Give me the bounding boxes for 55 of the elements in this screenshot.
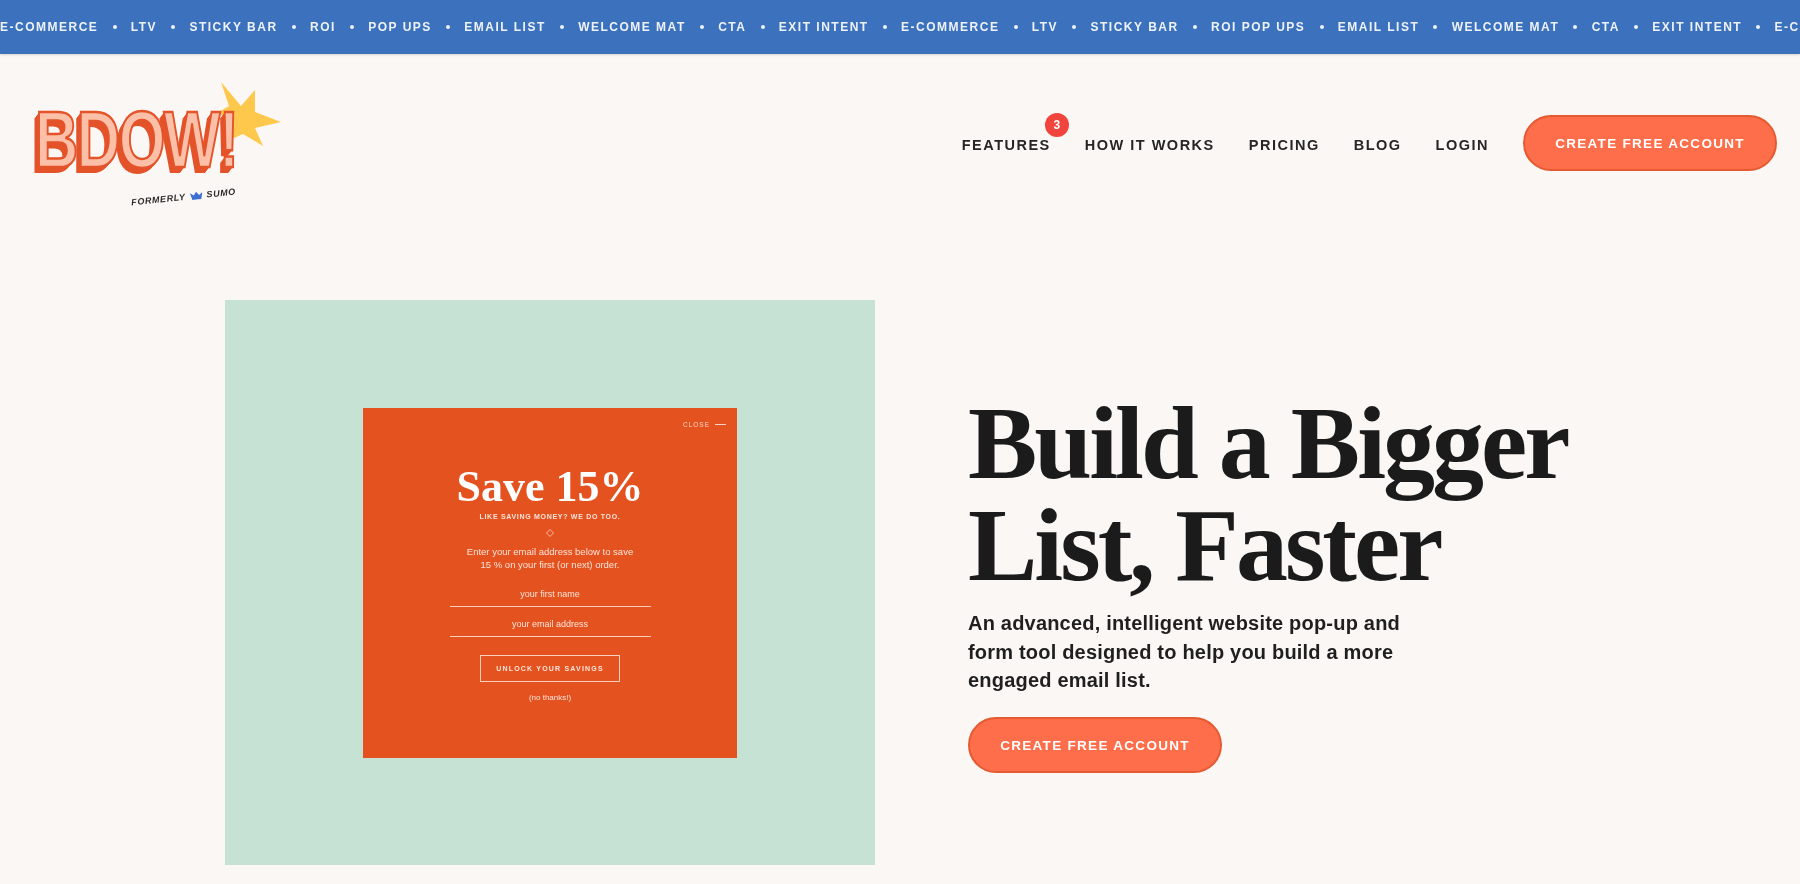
bullet-icon <box>699 25 704 29</box>
ticker-item: E-COMMERCE <box>901 20 1000 34</box>
nav-link[interactable]: HOW IT WORKS <box>1084 137 1215 153</box>
ticker-item: E-C <box>1774 20 1800 34</box>
bullet-icon <box>1013 25 1018 29</box>
popup-input-field[interactable]: your email address <box>449 611 651 637</box>
bullet-icon <box>559 25 564 29</box>
bullet-icon <box>171 25 176 29</box>
popup-title: Save 15% <box>456 464 644 509</box>
hero-heading: Build a Bigger List, Faster <box>968 391 1568 596</box>
ticker-item: POP UPS <box>368 20 432 34</box>
bullet-icon <box>1634 25 1639 29</box>
ticker-item: WELCOME MAT <box>1451 20 1560 34</box>
create-account-button[interactable]: CREATE FREE ACCOUNT <box>1523 115 1777 171</box>
notification-badge: 3 <box>1044 113 1069 137</box>
bullet-icon <box>112 25 117 29</box>
bullet-icon <box>350 25 354 29</box>
ticker-item: E-COMMERCE <box>0 20 99 34</box>
nav-link[interactable]: LOGIN <box>1435 137 1489 153</box>
ticker-item: LTV <box>130 20 158 34</box>
bullet-icon <box>1433 25 1438 29</box>
ticker-item: CTA <box>718 20 747 34</box>
ticker-item: EMAIL LIST <box>1337 20 1420 34</box>
diamond-icon <box>546 528 554 537</box>
create-account-button[interactable]: CREATE FREE ACCOUNT <box>968 717 1222 774</box>
ticker-item: ROI POP UPS <box>1211 20 1306 34</box>
logo-former-name: SUMO <box>206 186 237 200</box>
ticker-item: EMAIL LIST <box>464 20 546 34</box>
ticker-item: EXIT INTENT <box>1652 20 1743 34</box>
decline-link[interactable]: (no thanks!) <box>528 691 572 703</box>
bullet-icon <box>291 25 296 29</box>
ticker-item: CTA <box>1591 20 1620 34</box>
nav-link[interactable]: PRICING <box>1248 137 1320 153</box>
bullet-icon <box>1573 25 1578 29</box>
ticker-item: STICKY BAR <box>189 20 278 34</box>
bullet-icon <box>760 25 765 29</box>
bullet-icon <box>1756 25 1761 29</box>
ticker-item: LTV <box>1031 20 1059 34</box>
logo-tagline: FORMERLY <box>130 191 187 208</box>
bullet-icon <box>1072 25 1077 29</box>
popup-description: Enter your email address below to save 15 % on your first (or next) order. <box>465 544 635 571</box>
ticker-item: EXIT INTENT <box>778 20 869 34</box>
bullet-icon <box>882 25 887 29</box>
minus-icon <box>715 424 726 425</box>
bullet-icon <box>446 25 451 29</box>
bullet-icon <box>1319 25 1324 29</box>
crown-icon <box>189 191 203 201</box>
nav-link[interactable]: FEATURES <box>961 137 1051 153</box>
hero-description: An advanced, intelligent website pop-up and form tool designed to help you build a more engaged email list. <box>968 610 1401 694</box>
popup-input-field[interactable]: your first name <box>449 581 651 607</box>
ticker-item: STICKY BAR <box>1090 20 1179 34</box>
ticker-item: ROI <box>309 20 336 34</box>
nav-link[interactable]: BLOG <box>1353 137 1402 153</box>
bullet-icon <box>1192 25 1197 29</box>
ticker-item: WELCOME MAT <box>578 20 686 34</box>
